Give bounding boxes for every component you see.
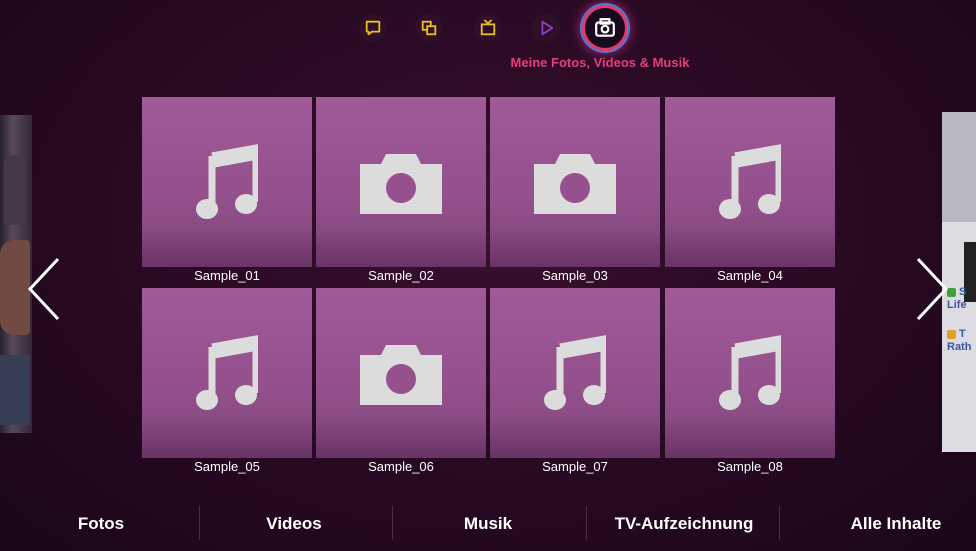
chevron-left-icon (27, 257, 60, 321)
content-tile[interactable]: Sample_02 (316, 97, 486, 287)
top-navigation: Meine Fotos, Videos & Musik (0, 0, 976, 95)
chevron-right-icon (916, 257, 949, 321)
chat-icon[interactable] (359, 14, 387, 42)
music-note-icon (196, 335, 258, 410)
music-note-icon (719, 335, 781, 410)
tile-label: Sample_05 (194, 459, 260, 474)
music-note-icon (196, 144, 258, 219)
tile-label: Sample_08 (717, 459, 783, 474)
camera-icon (360, 345, 442, 405)
tile-label: Sample_04 (717, 268, 783, 283)
tile-label: Sample_02 (368, 268, 434, 283)
preview-text: S (959, 286, 967, 298)
status-icon (947, 330, 956, 339)
tile-label: Sample_06 (368, 459, 434, 474)
tab-videos[interactable]: Videos (244, 514, 344, 534)
tab-tv-aufzeichnung[interactable]: TV-Aufzeichnung (596, 514, 772, 534)
preview-image (0, 355, 30, 425)
content-tile[interactable]: Sample_01 (142, 97, 312, 287)
content-grid: Sample_01 Sample_02 Sample_03 Sample_04 … (142, 97, 835, 481)
tab-divider (199, 506, 200, 540)
content-tile[interactable]: Sample_07 (490, 288, 660, 478)
bottom-filter-bar: Fotos Videos Musik TV-Aufzeichnung Alle … (0, 500, 976, 551)
tile-label: Sample_03 (542, 268, 608, 283)
content-tile[interactable]: Sample_06 (316, 288, 486, 478)
preview-text: Rath (947, 341, 972, 353)
content-tile[interactable]: Sample_03 (490, 97, 660, 287)
tv-icon[interactable] (474, 14, 502, 42)
content-tile[interactable]: Sample_05 (142, 288, 312, 478)
tab-musik[interactable]: Musik (443, 514, 533, 534)
music-note-icon (719, 144, 781, 219)
preview-text: T (959, 328, 966, 340)
tab-divider (392, 506, 393, 540)
camera-icon (360, 154, 442, 214)
tab-divider (586, 506, 587, 540)
tab-alle-inhalte[interactable]: Alle Inhalte (838, 514, 954, 534)
page-title: Meine Fotos, Videos & Musik (510, 55, 690, 70)
preview-image (942, 112, 976, 222)
content-tile[interactable]: Sample_04 (665, 97, 835, 287)
camera-icon (534, 154, 616, 214)
tab-divider (779, 506, 780, 540)
devices-icon[interactable] (415, 14, 443, 42)
content-tile[interactable]: Sample_08 (665, 288, 835, 478)
tab-fotos[interactable]: Fotos (56, 514, 146, 534)
tile-label: Sample_07 (542, 459, 608, 474)
next-arrow-button[interactable] (912, 256, 952, 322)
play-icon[interactable] (532, 14, 560, 42)
music-note-icon (544, 335, 606, 410)
camera-icon[interactable] (585, 8, 625, 48)
preview-image (4, 155, 26, 225)
previous-arrow-button[interactable] (24, 256, 64, 322)
tile-label: Sample_01 (194, 268, 260, 283)
